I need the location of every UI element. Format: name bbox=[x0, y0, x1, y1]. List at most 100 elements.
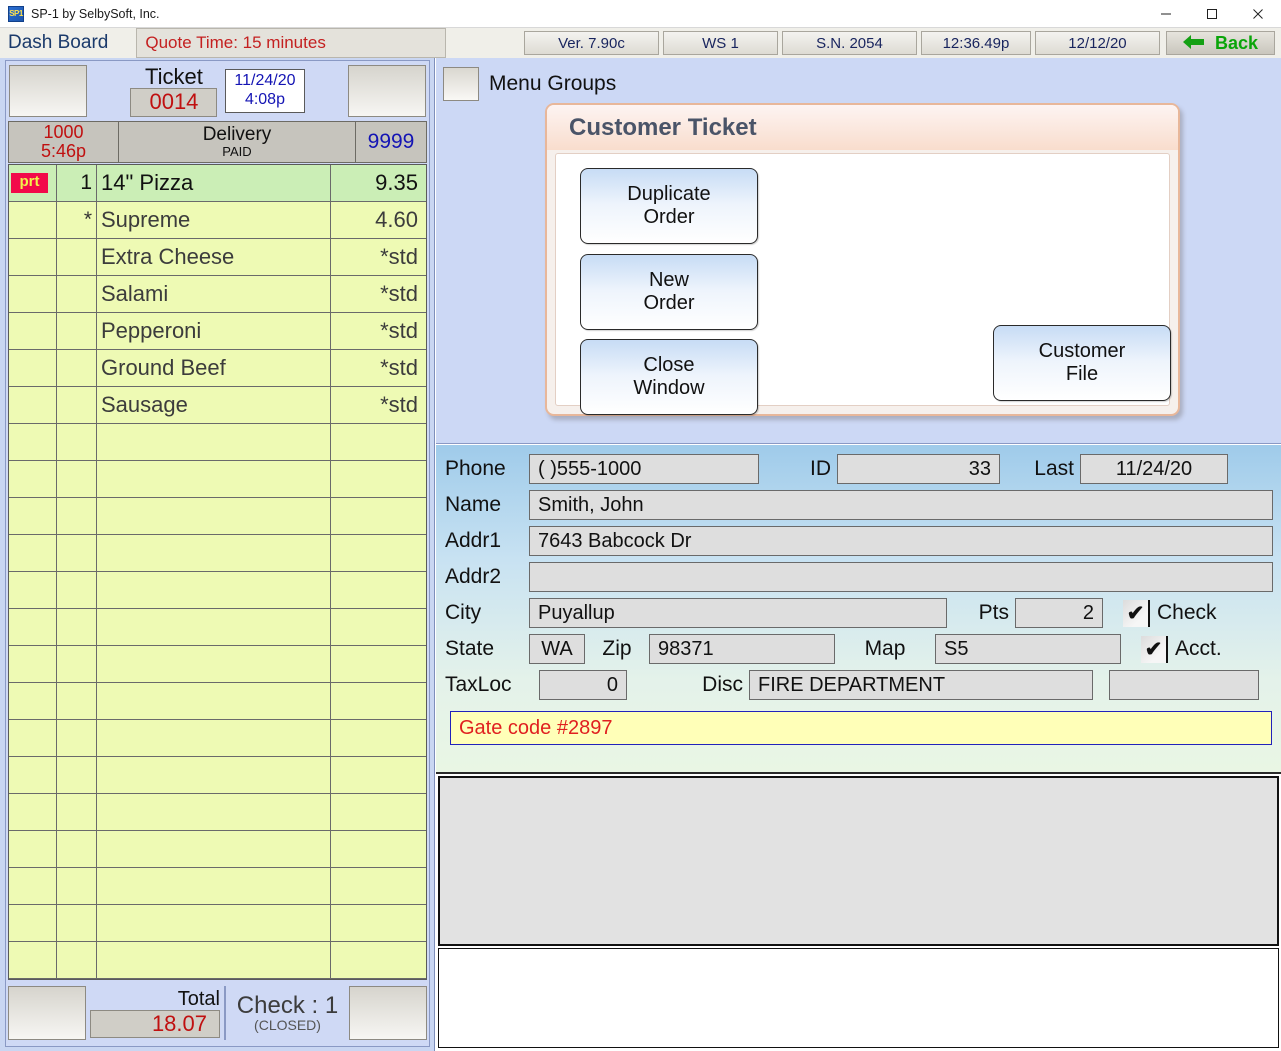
ticket-header-left-button[interactable] bbox=[9, 65, 87, 117]
last-visit-value[interactable]: 11/24/20 bbox=[1080, 454, 1228, 484]
customer-info-panel: Phone ( )555-1000 ID 33 Last 11/24/20 Na… bbox=[436, 445, 1281, 774]
order-item-empty-cell bbox=[331, 461, 426, 497]
acct-flag-checkbox[interactable]: ✔ bbox=[1141, 635, 1168, 663]
order-item-row[interactable]: Sausage *std bbox=[9, 387, 426, 424]
addr2-input[interactable] bbox=[529, 562, 1273, 592]
order-item-empty-cell bbox=[97, 424, 331, 460]
pts-value[interactable]: 2 bbox=[1015, 598, 1103, 628]
map-input[interactable]: S5 bbox=[935, 634, 1121, 664]
ticket-datetime[interactable]: 11/24/20 4:08p bbox=[225, 69, 305, 113]
duplicate-order-button[interactable]: Duplicate Order bbox=[580, 168, 758, 244]
disc-input[interactable]: FIRE DEPARTMENT bbox=[749, 670, 1093, 700]
order-item-empty-cell bbox=[9, 535, 57, 571]
print-flag-badge[interactable]: prt bbox=[11, 173, 48, 193]
customer-ticket-dialog: Customer Ticket Duplicate Order New Orde… bbox=[545, 103, 1180, 416]
acct-flag-group[interactable]: ✔ Acct. bbox=[1141, 635, 1222, 663]
order-item-row[interactable]: Ground Beef *std bbox=[9, 350, 426, 387]
maximize-icon[interactable] bbox=[1189, 0, 1235, 28]
order-item-empty-cell bbox=[57, 498, 97, 534]
menu-groups-toggle-button[interactable] bbox=[443, 67, 479, 101]
order-item-row[interactable]: Extra Cheese *std bbox=[9, 239, 426, 276]
customer-file-button[interactable]: Customer File bbox=[993, 325, 1171, 401]
order-item-qty bbox=[57, 313, 97, 349]
city-input[interactable]: Puyallup bbox=[529, 598, 947, 628]
order-item-row-empty[interactable] bbox=[9, 535, 426, 572]
name-label: Name bbox=[445, 493, 502, 516]
total-label: Total bbox=[177, 987, 220, 1010]
order-item-row-empty[interactable] bbox=[9, 461, 426, 498]
order-item-row-empty[interactable] bbox=[9, 683, 426, 720]
phone-input[interactable]: ( )555-1000 bbox=[529, 454, 759, 484]
total-value[interactable]: 18.07 bbox=[90, 1009, 220, 1038]
order-item-row-empty[interactable] bbox=[9, 609, 426, 646]
check-flag-checkbox[interactable]: ✔ bbox=[1123, 599, 1150, 627]
check-flag-label: Check bbox=[1157, 601, 1217, 624]
footer-right-button[interactable] bbox=[349, 986, 427, 1040]
state-input[interactable]: WA bbox=[529, 634, 585, 664]
white-content-panel[interactable] bbox=[438, 948, 1279, 1048]
ticket-time: 4:08p bbox=[244, 90, 285, 108]
ticket-paid-status: PAID bbox=[222, 144, 252, 160]
close-window-button[interactable]: Close Window bbox=[580, 339, 758, 415]
order-item-row-empty[interactable] bbox=[9, 572, 426, 609]
zip-input[interactable]: 98371 bbox=[649, 634, 835, 664]
top-bar-spacer bbox=[446, 28, 520, 58]
date-display[interactable]: 12/12/20 bbox=[1034, 31, 1160, 55]
addr2-label: Addr2 bbox=[445, 565, 502, 588]
ticket-right-code-cell[interactable]: 9999 bbox=[356, 122, 426, 162]
order-item-row-empty[interactable] bbox=[9, 868, 426, 905]
quote-time-text: Quote Time: 15 minutes bbox=[145, 33, 326, 52]
ticket-header-right-button[interactable] bbox=[348, 65, 426, 117]
footer-left-button[interactable] bbox=[8, 986, 86, 1040]
map-label: Map bbox=[864, 637, 906, 660]
customer-note[interactable]: Gate code #2897 bbox=[450, 711, 1272, 745]
app-top-bar: Dash Board Quote Time: 15 minutes Ver. 7… bbox=[0, 28, 1281, 58]
order-items-grid[interactable]: prt 1 14" Pizza 9.35 * Supreme 4.60 Extra Chees… bbox=[8, 164, 427, 980]
ticket-left-code-cell[interactable]: 1000 5:46p bbox=[9, 122, 119, 162]
customer-row-city: City Puyallup Pts 2 ✔ Check bbox=[436, 595, 1281, 631]
order-item-empty-cell bbox=[9, 905, 57, 941]
order-item-row-empty[interactable] bbox=[9, 424, 426, 461]
version-button[interactable]: Ver. 7.90c bbox=[523, 31, 659, 55]
order-item-row-empty[interactable] bbox=[9, 720, 426, 757]
order-item-row-empty[interactable] bbox=[9, 942, 426, 979]
addr1-input[interactable]: 7643 Babcock Dr bbox=[529, 526, 1273, 556]
order-item-row[interactable]: Salami *std bbox=[9, 276, 426, 313]
order-item-row[interactable]: prt 1 14" Pizza 9.35 bbox=[9, 165, 426, 202]
close-icon[interactable] bbox=[1235, 0, 1281, 28]
ticket-number[interactable]: 0014 bbox=[130, 88, 218, 117]
order-item-qty bbox=[57, 239, 97, 275]
order-item-flag-cell bbox=[9, 202, 57, 238]
new-order-button[interactable]: New Order bbox=[580, 254, 758, 330]
taxloc-input[interactable]: 0 bbox=[539, 670, 627, 700]
extra-input[interactable] bbox=[1109, 670, 1259, 700]
order-item-row[interactable]: Pepperoni *std bbox=[9, 313, 426, 350]
order-item-empty-cell bbox=[57, 942, 97, 978]
order-item-qty bbox=[57, 276, 97, 312]
order-item-empty-cell bbox=[9, 498, 57, 534]
gray-content-panel[interactable] bbox=[438, 776, 1279, 946]
order-item-row-empty[interactable] bbox=[9, 905, 426, 942]
order-item-row-empty[interactable] bbox=[9, 831, 426, 868]
order-item-flag-cell bbox=[9, 313, 57, 349]
order-item-row-empty[interactable] bbox=[9, 646, 426, 683]
check-flag-group[interactable]: ✔ Check bbox=[1123, 599, 1217, 627]
serial-number-button[interactable]: S.N. 2054 bbox=[781, 31, 917, 55]
order-item-price: *std bbox=[380, 318, 418, 343]
order-item-empty-cell bbox=[331, 535, 426, 571]
clock-display[interactable]: 12:36.49p bbox=[920, 31, 1031, 55]
check-status-group[interactable]: Check : 1 (CLOSED) bbox=[230, 994, 345, 1033]
name-input[interactable]: Smith, John bbox=[529, 490, 1273, 520]
order-item-row-empty[interactable] bbox=[9, 498, 426, 535]
order-item-row-empty[interactable] bbox=[9, 757, 426, 794]
order-item-row-empty[interactable] bbox=[9, 794, 426, 831]
ticket-order-type-cell[interactable]: Delivery PAID bbox=[119, 122, 356, 162]
order-item-empty-cell bbox=[97, 609, 331, 645]
id-input[interactable]: 33 bbox=[837, 454, 1000, 484]
back-button[interactable]: Back bbox=[1165, 31, 1275, 55]
minimize-icon[interactable] bbox=[1143, 0, 1189, 28]
workstation-button[interactable]: WS 1 bbox=[662, 31, 778, 55]
ticket-header: Ticket 0014 11/24/20 4:08p bbox=[6, 61, 429, 121]
order-item-row[interactable]: * Supreme 4.60 bbox=[9, 202, 426, 239]
tab-dash-board[interactable]: Dash Board bbox=[0, 28, 135, 58]
